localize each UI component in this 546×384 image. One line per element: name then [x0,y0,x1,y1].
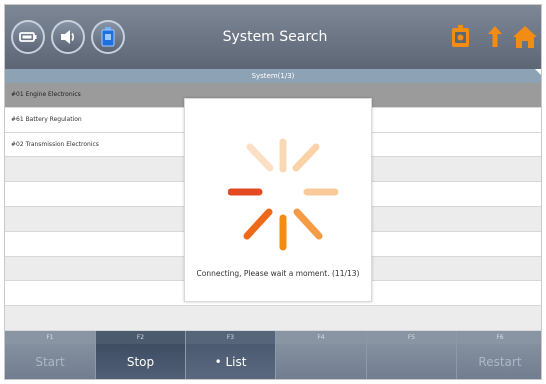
fkey-label: Start [5,344,95,379]
app-window: System Search System(1/3) #01 Engine Ele… [4,4,542,380]
fkey-number: F4 [276,331,366,344]
stop-button[interactable]: F2 Stop [96,331,186,379]
f4-button[interactable]: F4 [276,331,367,379]
fkey-number: F5 [367,331,456,344]
fkey-label: Stop [96,344,185,379]
fkey-number: F1 [5,331,95,344]
spinner-spoke [293,208,323,240]
loading-spinner-icon [228,138,338,251]
battery-icon[interactable] [11,20,45,54]
spinner-spoke [292,143,320,172]
list-item-label: #61 Battery Regulation [11,115,82,123]
fkey-number: F3 [186,331,275,344]
f5-button[interactable]: F5 [367,331,457,379]
spinner-spoke [243,208,273,240]
list-button[interactable]: F3 • List [186,331,276,379]
function-key-bar: F1 Start F2 Stop F3 • List F4 F5 F6 Rest… [5,331,541,379]
column-header-label: System(1/3) [251,72,295,80]
tablet-icon[interactable] [443,15,479,59]
speaker-icon[interactable] [51,20,85,54]
vehicle-connector-icon[interactable] [91,20,125,54]
top-toolbar: System Search [5,5,541,69]
column-header[interactable]: System(1/3) [5,69,541,83]
dialog-message: Connecting, Please wait a moment. (11/13… [196,269,360,278]
fkey-number: F2 [96,331,185,344]
start-button[interactable]: F1 Start [5,331,96,379]
list-item [5,306,541,331]
fkey-label [276,344,366,379]
home-icon[interactable] [507,15,541,59]
connecting-dialog: Connecting, Please wait a moment. (11/13… [184,98,372,302]
page-title: System Search [222,29,328,45]
list-item-label: #01 Engine Electronics [11,91,81,98]
fkey-number: F6 [457,331,541,344]
fkey-label: Restart [457,344,541,379]
sort-indicator-icon [535,69,541,75]
fkey-label [367,344,456,379]
fkey-label: • List [186,344,275,379]
restart-button[interactable]: F6 Restart [457,331,541,379]
list-item-label: #02 Transmission Electronics [11,140,99,148]
spinner-spoke [246,143,274,172]
